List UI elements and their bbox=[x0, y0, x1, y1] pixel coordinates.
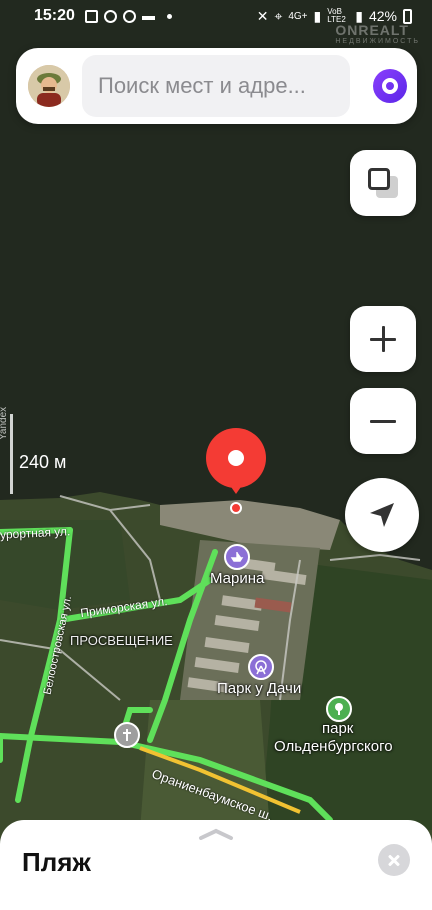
label-park-oldenburg-line2: Ольденбургского bbox=[274, 738, 393, 755]
search-panel: Поиск мест и адре... bbox=[16, 48, 417, 124]
ferris-wheel-icon bbox=[255, 660, 267, 675]
navigation-arrow-icon bbox=[370, 503, 394, 527]
watermark-title: ONREALT bbox=[335, 22, 409, 38]
zoom-in-button[interactable] bbox=[350, 306, 416, 372]
avatar[interactable] bbox=[28, 65, 70, 107]
avatar-image bbox=[28, 65, 70, 107]
gallery-icon bbox=[84, 9, 98, 23]
bottom-sheet[interactable]: Пляж bbox=[0, 820, 432, 910]
dot-icon bbox=[166, 13, 172, 19]
messenger-icon bbox=[103, 9, 117, 23]
layers-button[interactable] bbox=[350, 150, 416, 216]
label-marina: Марина bbox=[210, 570, 265, 587]
label-park-dacha: Парк у Дачи bbox=[217, 680, 302, 697]
plus-icon bbox=[370, 326, 396, 352]
marina-poi-icon[interactable] bbox=[224, 544, 250, 570]
my-location-button[interactable] bbox=[345, 478, 419, 552]
label-park-oldenburg-line1: парк bbox=[322, 720, 354, 737]
tree-icon bbox=[335, 703, 343, 715]
search-placeholder: Поиск мест и адре... bbox=[98, 73, 306, 98]
cross-icon bbox=[123, 729, 131, 741]
park-dacha-poi-icon[interactable] bbox=[248, 654, 274, 680]
layers-icon bbox=[368, 168, 398, 198]
watermark: ONREALT НЕДВИЖИМОСТЬ bbox=[335, 22, 420, 45]
church-poi-icon[interactable] bbox=[114, 722, 140, 748]
chevron-up-icon[interactable] bbox=[198, 828, 234, 840]
sheet-title: Пляж bbox=[22, 847, 91, 877]
boat-icon bbox=[230, 552, 244, 562]
mute-icon: ✕ bbox=[256, 7, 269, 24]
signal-icon: ▮ bbox=[313, 7, 322, 24]
location-icon: ⌖ bbox=[274, 7, 283, 24]
notification-icons bbox=[84, 9, 172, 23]
map-scale-bar bbox=[10, 414, 13, 494]
status-time: 15:20 bbox=[34, 7, 75, 24]
car-icon bbox=[141, 12, 155, 20]
close-button[interactable] bbox=[378, 844, 410, 876]
map-scale-label: 240 м bbox=[19, 452, 67, 472]
minus-icon bbox=[370, 419, 396, 423]
zoom-out-button[interactable] bbox=[350, 388, 416, 454]
alice-assistant-icon[interactable] bbox=[373, 69, 407, 103]
whatsapp-icon bbox=[122, 9, 136, 23]
park-oldenburg-poi-icon[interactable] bbox=[326, 696, 352, 722]
alice-ring bbox=[382, 78, 398, 94]
network-label: 4G+ bbox=[288, 10, 308, 22]
watermark-subtitle: НЕДВИЖИМОСТЬ bbox=[335, 38, 420, 45]
label-prosveshchenie: ПРОСВЕЩЕНИЕ bbox=[70, 633, 173, 648]
yandex-mark: Yandex bbox=[0, 406, 9, 440]
location-pin-icon[interactable] bbox=[205, 428, 267, 520]
search-input[interactable]: Поиск мест и адре... bbox=[82, 55, 350, 117]
